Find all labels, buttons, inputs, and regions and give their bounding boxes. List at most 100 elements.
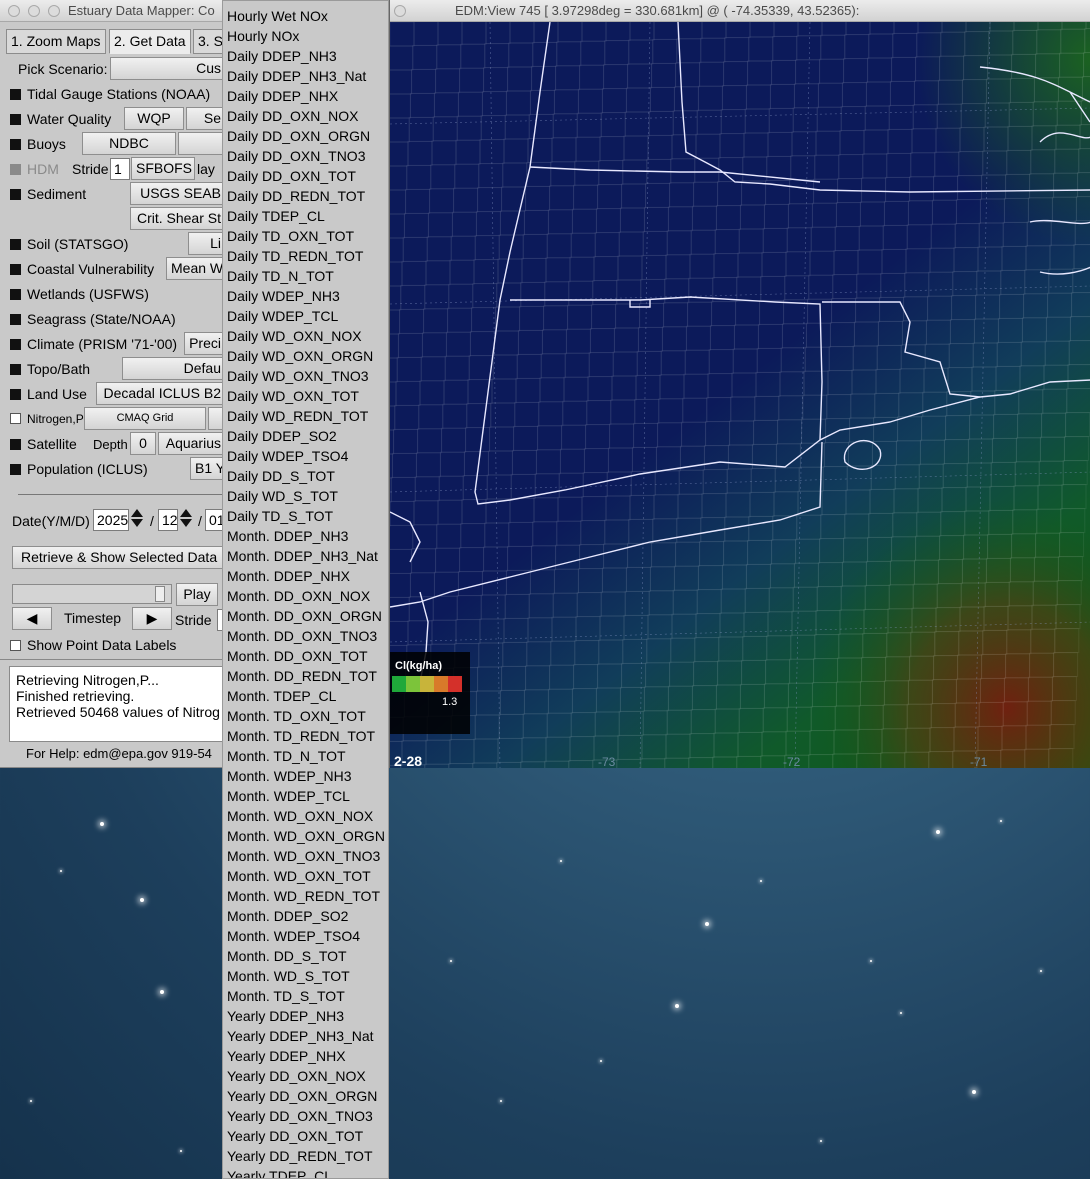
menu-item[interactable]: Month. TD_N_TOT	[227, 746, 346, 766]
menu-item[interactable]: Daily WD_REDN_TOT	[227, 406, 368, 426]
step-back-button[interactable]: ◀	[12, 607, 52, 630]
slider-handle[interactable]	[155, 586, 165, 602]
land-use-select[interactable]: Decadal ICLUS B2	[96, 382, 226, 405]
menu-item[interactable]: Month. WD_OXN_NOX	[227, 806, 373, 826]
sediment-checkbox[interactable]: Sediment	[10, 183, 86, 205]
retrieve-show-button[interactable]: Retrieve & Show Selected Data	[12, 546, 226, 569]
water-quality-select[interactable]: Se	[186, 107, 226, 130]
menu-item[interactable]: Daily DDEP_SO2	[227, 426, 337, 446]
aquarius-select[interactable]: Aquarius	[158, 432, 226, 455]
checkbox-icon[interactable]	[10, 640, 21, 651]
checkbox-icon[interactable]	[10, 339, 21, 350]
menu-item[interactable]: Month. DD_OXN_TNO3	[227, 626, 377, 646]
menu-item[interactable]: Month. WD_OXN_ORGN	[227, 826, 385, 846]
wetlands-checkbox[interactable]: Wetlands (USFWS)	[10, 283, 149, 305]
date-month-input[interactable]: 12	[158, 509, 178, 531]
tab-get-data[interactable]: 2. Get Data	[109, 29, 191, 54]
menu-item[interactable]: Hourly NOx	[227, 26, 299, 46]
menu-item[interactable]: Yearly DD_OXN_NOX	[227, 1066, 366, 1086]
hdm-checkbox[interactable]: HDM	[10, 158, 59, 180]
menu-item[interactable]: Daily TDEP_CL	[227, 206, 325, 226]
checkbox-icon[interactable]	[10, 139, 21, 150]
menu-item[interactable]: Month. WD_OXN_TOT	[227, 866, 371, 886]
topo-select[interactable]: Defau	[122, 357, 226, 380]
menu-item[interactable]: Month. WD_REDN_TOT	[227, 886, 380, 906]
menu-item[interactable]: Month. DD_OXN_ORGN	[227, 606, 382, 626]
menu-item[interactable]: Daily WD_OXN_NOX	[227, 326, 362, 346]
menu-item[interactable]: Daily DD_OXN_TNO3	[227, 146, 365, 166]
coastal-vulnerability-checkbox[interactable]: Coastal Vulnerability	[10, 258, 154, 280]
topo-bath-checkbox[interactable]: Topo/Bath	[10, 358, 90, 380]
menu-item[interactable]: Month. WD_S_TOT	[227, 966, 350, 986]
nitrogen-checkbox[interactable]: Nitrogen,P	[10, 408, 84, 430]
menu-item[interactable]: Month. DDEP_NHX	[227, 566, 350, 586]
checkbox-icon[interactable]	[10, 114, 21, 125]
timestep-slider[interactable]	[12, 584, 172, 604]
tidal-gauge-checkbox[interactable]: Tidal Gauge Stations (NOAA)	[10, 83, 210, 105]
menu-item[interactable]: Daily DD_OXN_TOT	[227, 166, 356, 186]
coastal-select[interactable]: Mean W	[166, 257, 226, 280]
checkbox-icon[interactable]	[10, 264, 21, 275]
menu-item[interactable]: Daily TD_OXN_TOT	[227, 226, 354, 246]
minimize-icon[interactable]	[28, 5, 40, 17]
menu-item[interactable]: Month. WD_OXN_TNO3	[227, 846, 380, 866]
checkbox-icon[interactable]	[10, 289, 21, 300]
menu-item[interactable]: Month. WDEP_TSO4	[227, 926, 360, 946]
stride-input[interactable]: 1	[110, 158, 130, 180]
menu-item[interactable]: Daily DD_S_TOT	[227, 466, 335, 486]
date-year-input[interactable]: 2025	[93, 509, 129, 531]
menu-item[interactable]: Daily WDEP_TCL	[227, 306, 338, 326]
map-window-titlebar[interactable]: EDM:View 745 [ 3.97298deg = 330.681km] @…	[390, 0, 1090, 22]
menu-item[interactable]: Month. TD_OXN_TOT	[227, 706, 366, 726]
water-quality-checkbox[interactable]: Water Quality	[10, 108, 111, 130]
buoys-select[interactable]	[178, 132, 226, 155]
menu-item[interactable]: Month. DDEP_NH3	[227, 526, 348, 546]
status-log[interactable]: Retrieving Nitrogen,P... Finished retrie…	[9, 666, 226, 742]
menu-item[interactable]: Daily DD_REDN_TOT	[227, 186, 365, 206]
checkbox-icon[interactable]	[10, 239, 21, 250]
menu-item[interactable]: Month. WDEP_NH3	[227, 766, 351, 786]
menu-item[interactable]: Yearly DD_OXN_TNO3	[227, 1106, 373, 1126]
sfbofs-button[interactable]: SFBOFS	[131, 157, 195, 180]
menu-item[interactable]: Month. DDEP_SO2	[227, 906, 348, 926]
menu-item[interactable]: Daily WD_OXN_TOT	[227, 386, 359, 406]
buoys-checkbox[interactable]: Buoys	[10, 133, 66, 155]
seagrass-checkbox[interactable]: Seagrass (State/NOAA)	[10, 308, 176, 330]
checkbox-icon[interactable]	[10, 464, 21, 475]
play-button[interactable]: Play	[176, 583, 218, 606]
depth-select[interactable]: 0	[130, 432, 156, 455]
menu-item[interactable]: Daily DDEP_NHX	[227, 86, 338, 106]
menu-item[interactable]: Daily TD_N_TOT	[227, 266, 334, 286]
satellite-checkbox[interactable]: Satellite	[10, 433, 77, 455]
checkbox-icon[interactable]	[10, 314, 21, 325]
menu-item[interactable]: Yearly DDEP_NH3	[227, 1006, 344, 1026]
checkbox-icon[interactable]	[10, 439, 21, 450]
menu-item[interactable]: Daily WD_OXN_TNO3	[227, 366, 369, 386]
menu-item[interactable]: Daily DD_OXN_ORGN	[227, 126, 370, 146]
critical-shear-button[interactable]: Crit. Shear St	[130, 207, 226, 230]
usgs-seabed-button[interactable]: USGS SEAB	[130, 182, 226, 205]
zoom-icon[interactable]	[48, 5, 60, 17]
menu-item[interactable]: Month. DD_OXN_NOX	[227, 586, 370, 606]
close-icon[interactable]	[394, 5, 406, 17]
menu-item[interactable]: Hourly Wet NOx	[227, 6, 328, 26]
menu-item[interactable]: Daily TD_REDN_TOT	[227, 246, 363, 266]
menu-item[interactable]: Month. TDEP_CL	[227, 686, 336, 706]
map-canvas[interactable]: Cl(kg/ha) 1.3 2-28 -73 -72 -71	[390, 22, 1090, 768]
menu-item[interactable]: Month. DD_REDN_TOT	[227, 666, 377, 686]
menu-item[interactable]: Month. DD_S_TOT	[227, 946, 347, 966]
checkbox-icon[interactable]	[10, 389, 21, 400]
soil-checkbox[interactable]: Soil (STATSGO)	[10, 233, 128, 255]
menu-item[interactable]: Yearly DDEP_NHX	[227, 1046, 346, 1066]
population-select[interactable]: B1 Y	[190, 457, 226, 480]
variable-dropdown-menu[interactable]: Hourly Wet NOx Hourly NOx Daily DDEP_NH3 Da…	[222, 0, 389, 1179]
menu-item[interactable]: Month. WDEP_TCL	[227, 786, 350, 806]
year-stepper[interactable]	[130, 507, 144, 533]
soil-select[interactable]: Li	[188, 232, 226, 255]
menu-item[interactable]: Daily DD_OXN_NOX	[227, 106, 358, 126]
population-checkbox[interactable]: Population (ICLUS)	[10, 458, 148, 480]
menu-item[interactable]: Daily TD_S_TOT	[227, 506, 333, 526]
checkbox-icon[interactable]	[10, 413, 21, 424]
ndbc-button[interactable]: NDBC	[82, 132, 176, 155]
step-forward-button[interactable]: ▶	[132, 607, 172, 630]
